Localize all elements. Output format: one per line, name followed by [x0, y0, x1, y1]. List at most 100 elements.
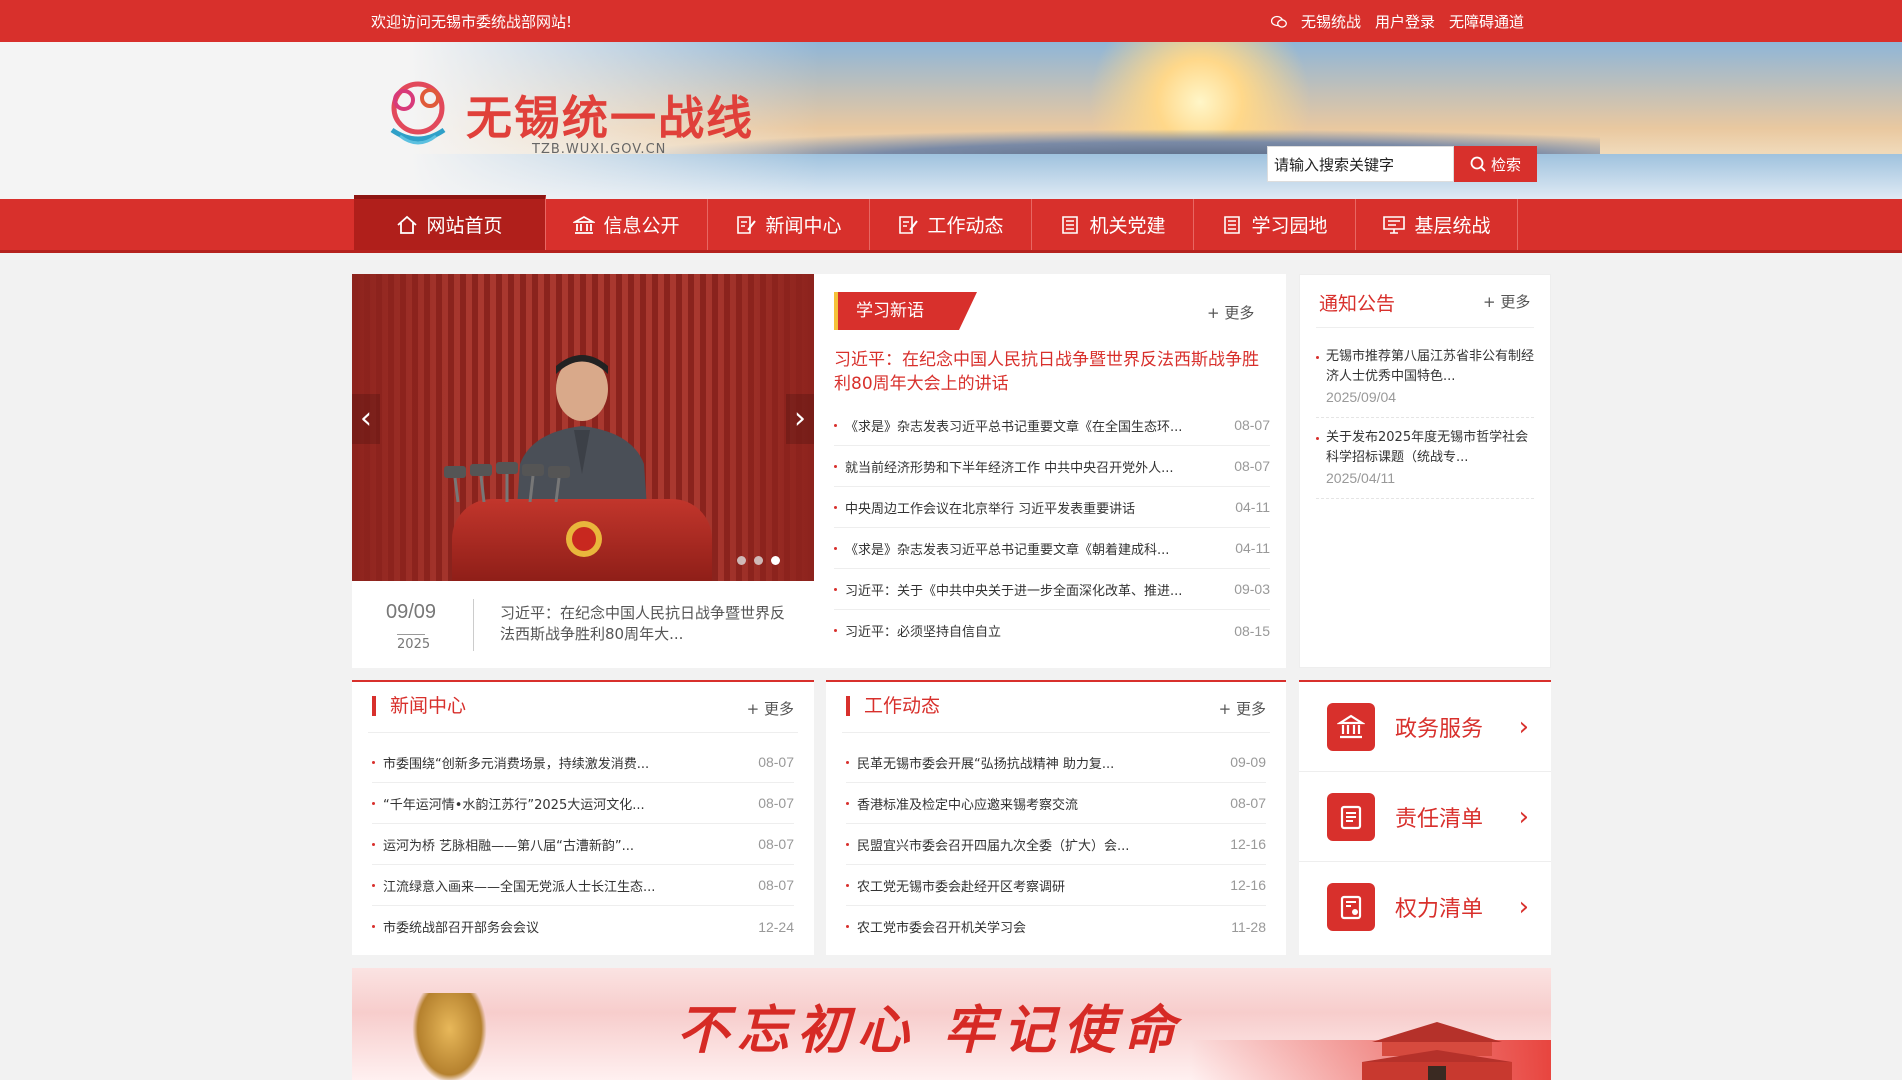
nav-item-label: 工作动态 [927, 215, 1004, 237]
building-icon [573, 215, 596, 234]
study-headline[interactable]: 习近平：在纪念中国人民抗日战争暨世界反法西斯战争胜利80周年大会上的讲话 [834, 348, 1270, 396]
service-label: 政务服务 [1395, 716, 1484, 742]
list-item[interactable]: 习近平：关于《中共中央关于进一步全面深化改革、推进... 09-03 [834, 569, 1270, 610]
service-power-list[interactable]: 权力清单 › [1299, 862, 1551, 952]
home-icon [397, 215, 418, 234]
work-section-title: 工作动态 [846, 696, 940, 716]
slide-date: 09/09 2025 [386, 601, 436, 652]
slider-dot[interactable] [754, 556, 763, 565]
slogan-banner[interactable]: 不忘初心 牢记使命 [352, 968, 1551, 1080]
list-item[interactable]: 就当前经济形势和下半年经济工作 中共中央召开党外人... 08-07 [834, 446, 1270, 487]
link-wuxi-tongzhan[interactable]: 无锡统战 [1301, 11, 1361, 32]
logo-emblem-icon[interactable] [382, 78, 454, 148]
list-item[interactable]: 香港标准及检定中心应邀来锡考察交流 08-07 [846, 783, 1266, 824]
nav-item-work-updates[interactable]: 工作动态 [870, 199, 1032, 250]
news-section-title: 新闻中心 [372, 696, 466, 716]
study-section-title: 学习新语 [834, 292, 977, 330]
list-item[interactable]: “千年运河情•水韵江苏行”2025大运河文化... 08-07 [372, 783, 794, 824]
list-item[interactable]: 民革无锡市委会开展“弘扬抗战精神 助力复... 09-09 [846, 742, 1266, 783]
list-item[interactable]: 市委围绕“创新多元消费场景，持续激发消费... 08-07 [372, 742, 794, 783]
service-responsibility-list[interactable]: 责任清单 › [1299, 772, 1551, 862]
notice-item[interactable]: 关于发布2025年度无锡市哲学社会科学招标课题（统战专... 2025/04/1… [1316, 418, 1534, 499]
news-more-link[interactable]: + 更多 [747, 698, 794, 719]
nav-item-home[interactable]: 网站首页 [354, 195, 546, 250]
service-label: 权力清单 [1395, 897, 1484, 922]
nav-item-party-building[interactable]: 机关党建 [1032, 199, 1194, 250]
study-more-link[interactable]: + 更多 [1207, 302, 1254, 323]
top-links: 无锡统战 用户登录 无障碍通道 [1270, 11, 1524, 32]
nav-item-grassroots[interactable]: 基层统战 [1356, 199, 1518, 250]
monitor-icon [1383, 215, 1406, 234]
slider-dots [737, 556, 780, 565]
work-more-link[interactable]: + 更多 [1219, 698, 1266, 719]
slide-date-year: 2025 [397, 634, 430, 652]
edit-icon [899, 215, 919, 234]
service-government[interactable]: 政务服务 › [1299, 682, 1551, 772]
site-domain: TZB.WUXI.GOV.CN [532, 142, 667, 157]
study-section: 学习新语 + 更多 习近平：在纪念中国人民抗日战争暨世界反法西斯战争胜利80周年… [814, 274, 1286, 668]
list-item[interactable]: 《求是》杂志发表习近平总书记重要文章《在全国生态环... 08-07 [834, 405, 1270, 446]
slider-dot[interactable] [737, 556, 746, 565]
service-label: 责任清单 [1395, 806, 1484, 832]
link-user-login[interactable]: 用户登录 [1375, 11, 1435, 32]
slide-caption-text[interactable]: 习近平：在纪念中国人民抗日战争暨世界反法西斯战争胜利80周年大... [500, 603, 790, 645]
top-bar: 欢迎访问无锡市委统战部网站! 无锡统战 用户登录 无障碍通道 [0, 0, 1902, 42]
chevron-right-icon: › [1518, 711, 1529, 742]
nav-item-label: 学习园地 [1251, 215, 1328, 237]
list-item[interactable]: 农工党无锡市委会赴经开区考察调研 12-16 [846, 865, 1266, 906]
chevron-right-icon: › [1518, 801, 1529, 832]
wechat-icon[interactable] [1270, 15, 1287, 29]
slider-next-button[interactable]: › [786, 394, 814, 444]
document-icon [1062, 215, 1079, 234]
edit-icon [737, 215, 757, 234]
notice-more-link[interactable]: + 更多 [1483, 291, 1530, 312]
nav-item-label: 基层统战 [1414, 215, 1491, 237]
nav-item-label: 网站首页 [426, 215, 503, 237]
list-item[interactable]: 农工党市委会召开机关学习会 11-28 [846, 906, 1266, 947]
list-item[interactable]: 习近平：必须坚持自信自立 08-15 [834, 610, 1270, 651]
notice-list: 无锡市推荐第八届江苏省非公有制经济人士优秀中国特色... 2025/09/04 … [1316, 337, 1534, 499]
search-icon [1470, 156, 1486, 172]
work-list: 民革无锡市委会开展“弘扬抗战精神 助力复... 09-09 香港标准及检定中心应邀… [846, 742, 1266, 947]
list-item[interactable]: 中央周边工作会议在北京举行 习近平发表重要讲话 04-11 [834, 487, 1270, 528]
list-item[interactable]: 市委统战部召开部务会会议 12-24 [372, 906, 794, 947]
clipboard-list-icon [1327, 792, 1375, 841]
government-building-icon [1327, 702, 1375, 751]
national-emblem-icon [566, 521, 602, 557]
nav-item-news-center[interactable]: 新闻中心 [708, 199, 870, 250]
nav-item-info-disclosure[interactable]: 信息公开 [546, 199, 708, 250]
banner-slogan: 不忘初心 牢记使命 [677, 1000, 1184, 1061]
notice-item[interactable]: 无锡市推荐第八届江苏省非公有制经济人士优秀中国特色... 2025/09/04 [1316, 337, 1534, 418]
slide-caption[interactable]: 09/09 2025 习近平：在纪念中国人民抗日战争暨世界反法西斯战争胜利80周… [352, 581, 814, 668]
main-nav: 网站首页 信息公开 新闻中心 工作动态 机关党建 学习园地 基层统战 [0, 195, 1902, 253]
services-section: 政务服务 › 责任清单 › 权力清单 › [1299, 680, 1551, 955]
search-button[interactable]: 检索 [1454, 146, 1537, 182]
slider-dot-active[interactable] [771, 556, 780, 565]
list-item[interactable]: 江流绿意入画来——全国无党派人士长江生态... 08-07 [372, 865, 794, 906]
news-list: 市委围绕“创新多元消费场景，持续激发消费... 08-07 “千年运河情•水韵江苏… [372, 742, 794, 947]
slide-date-day: 09/09 [386, 601, 437, 623]
work-updates-section: 工作动态 + 更多 民革无锡市委会开展“弘扬抗战精神 助力复... 09-09 香… [826, 680, 1286, 955]
header-banner [0, 42, 1902, 199]
link-accessibility[interactable]: 无障碍通道 [1449, 11, 1524, 32]
notice-section-title: 通知公告 [1319, 293, 1396, 315]
hero-slider[interactable]: ‹ › [352, 274, 814, 581]
chevron-right-icon: › [1518, 892, 1529, 922]
study-list: 《求是》杂志发表习近平总书记重要文章《在全国生态环... 08-07 就当前经济形… [834, 405, 1270, 651]
list-item[interactable]: 《求是》杂志发表习近平总书记重要文章《朝着建成科... 04-11 [834, 528, 1270, 569]
microphones [444, 462, 570, 502]
stone-lion-image [412, 993, 487, 1080]
list-item[interactable]: 运河为桥 艺脉相融——第八届“古漕新韵”... 08-07 [372, 824, 794, 865]
tiananmen-image [1362, 1022, 1512, 1080]
nav-item-label: 机关党建 [1089, 215, 1166, 237]
nav-item-label: 新闻中心 [765, 215, 842, 237]
search-input[interactable] [1267, 146, 1454, 182]
nav-item-label: 信息公开 [603, 215, 680, 237]
list-item[interactable]: 民盟宜兴市委会召开四届九次全委（扩大）会... 12-16 [846, 824, 1266, 865]
welcome-text: 欢迎访问无锡市委统战部网站! [371, 13, 573, 31]
document-icon [1224, 215, 1241, 234]
site-title[interactable]: 无锡统一战线 [466, 82, 754, 148]
slider-prev-button[interactable]: ‹ [352, 394, 380, 444]
search-button-label: 检索 [1490, 156, 1521, 174]
nav-item-study-garden[interactable]: 学习园地 [1194, 199, 1356, 250]
